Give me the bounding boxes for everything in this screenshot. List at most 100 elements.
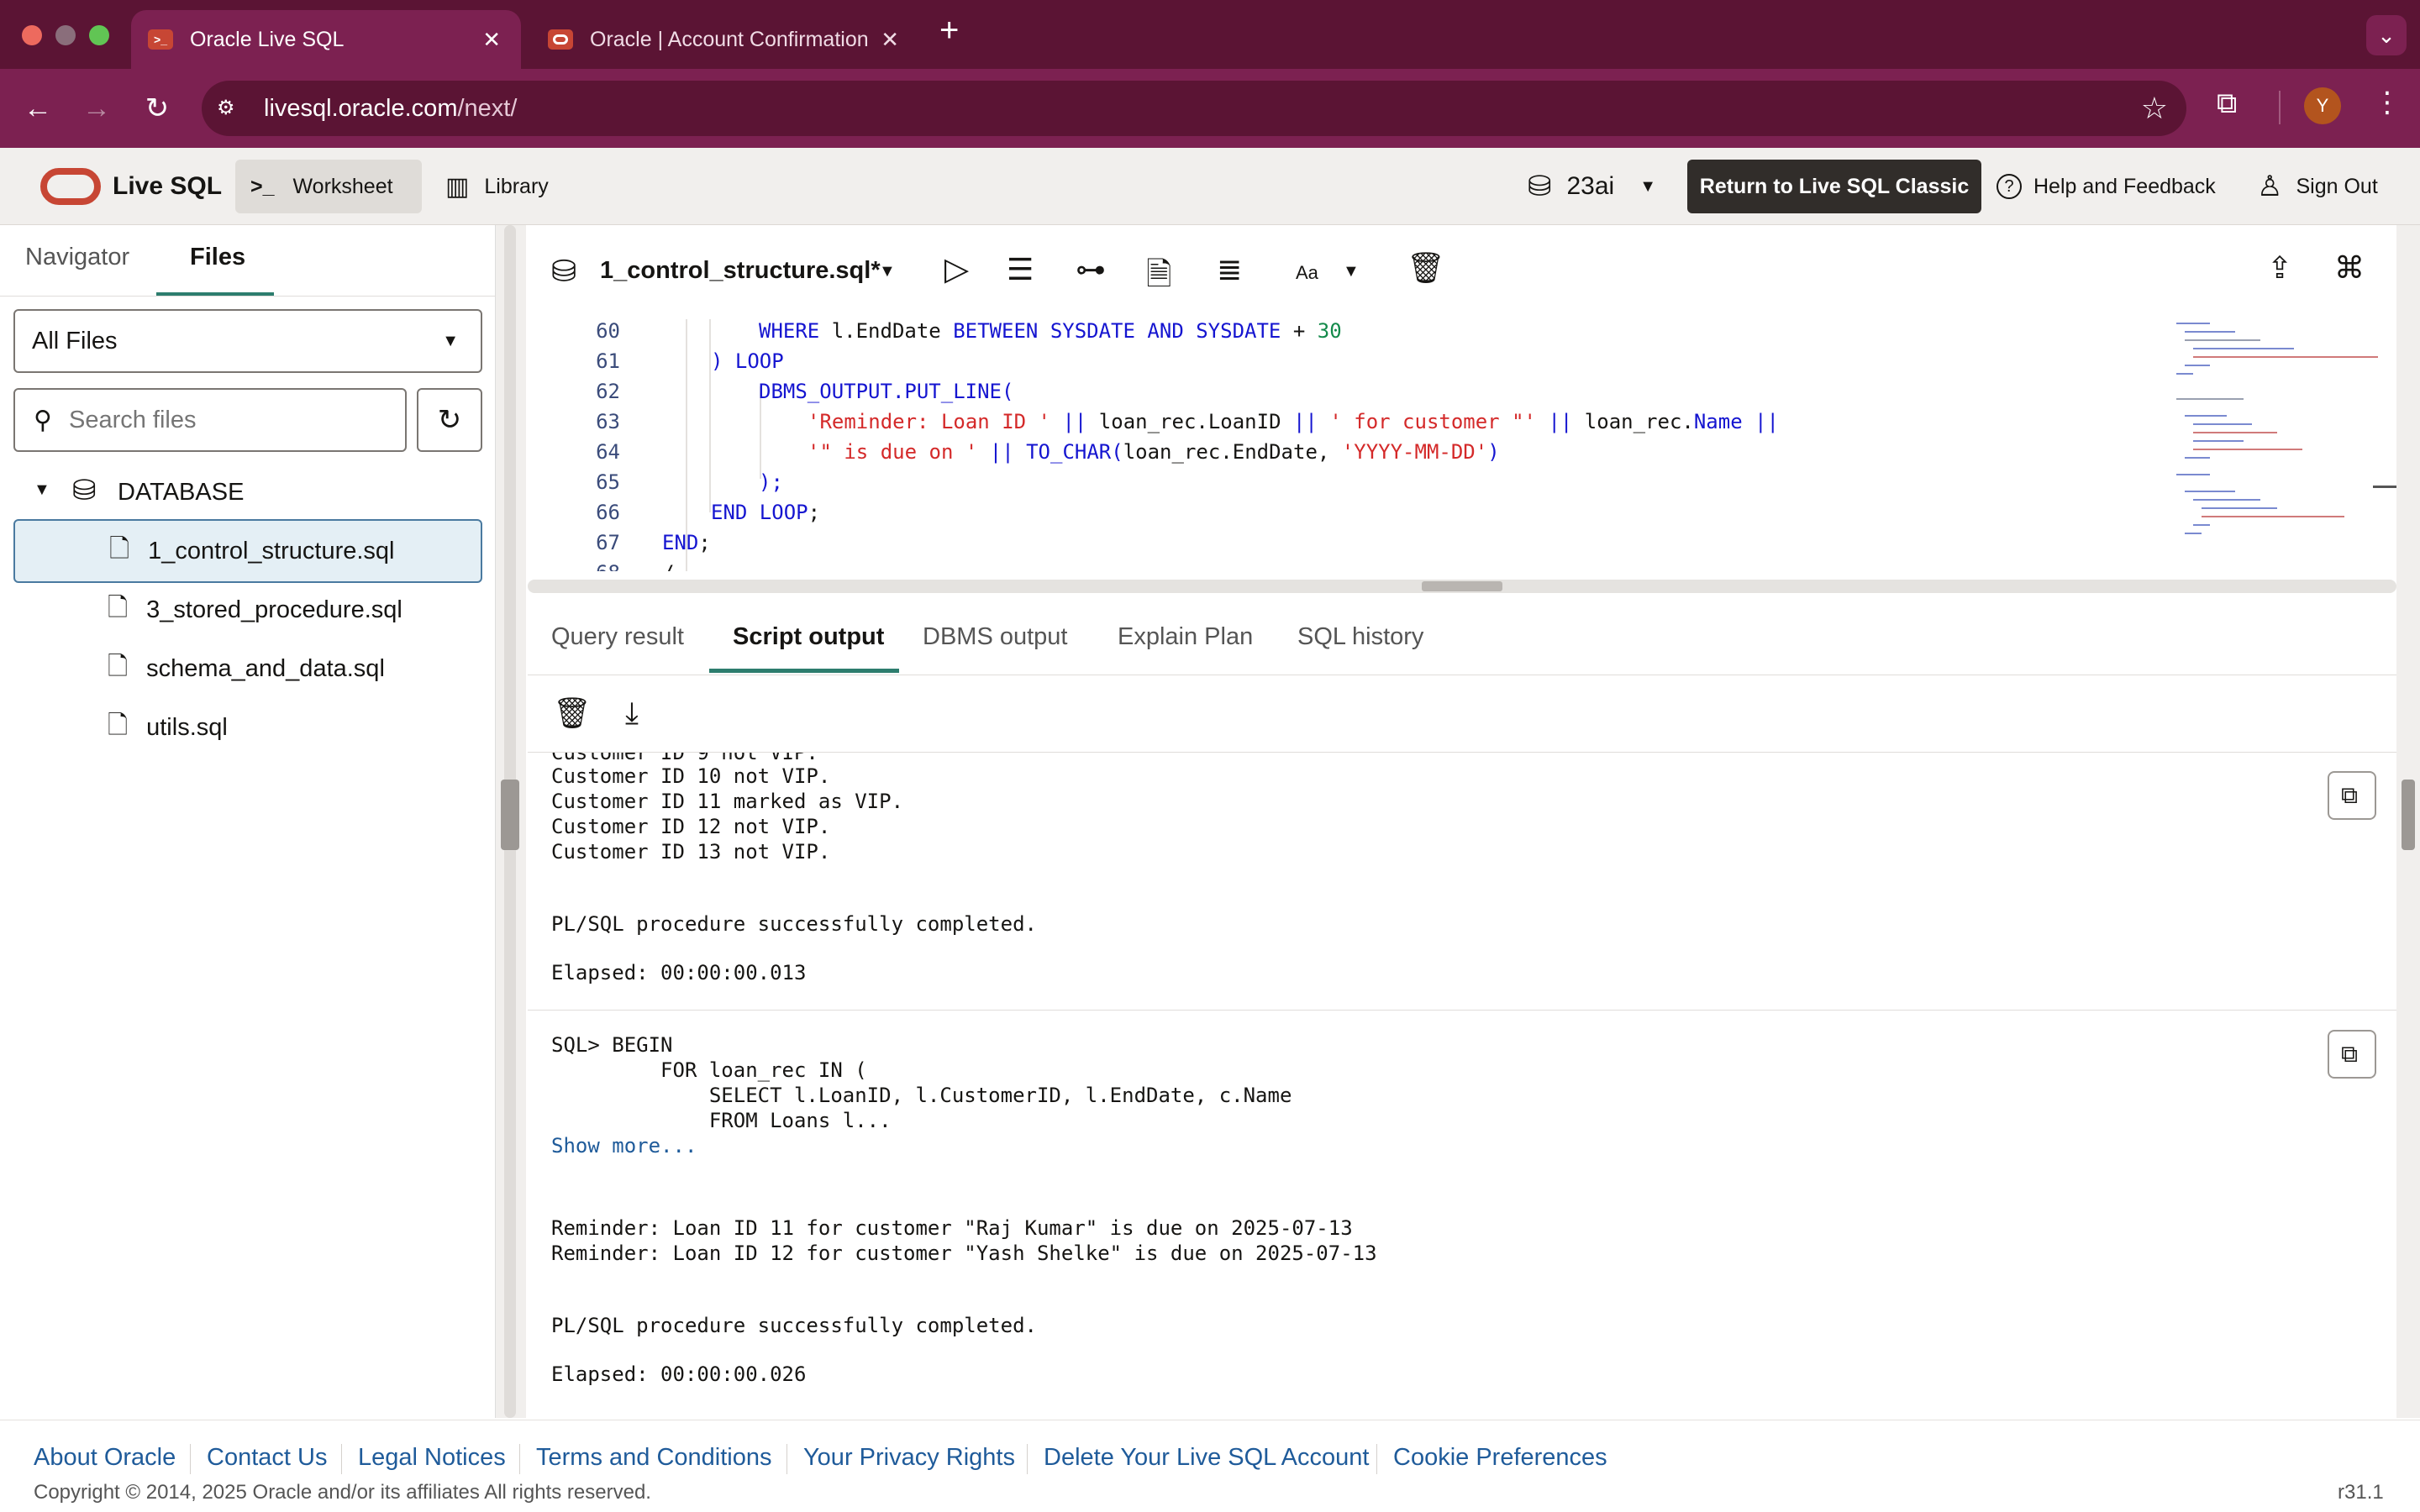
horizontal-splitter[interactable] — [528, 580, 2396, 593]
format-indent-icon[interactable]: ≣ — [1217, 252, 1242, 287]
output-line: SQL> BEGIN — [551, 1033, 673, 1057]
code-line: ); — [759, 470, 783, 494]
share-upload-icon[interactable]: ⇪ — [2267, 250, 2292, 286]
file-filter-select[interactable]: All Files ▼ — [13, 309, 482, 373]
explain-plan-icon[interactable]: ⊶ — [1076, 252, 1106, 287]
window-maximize-dot[interactable] — [89, 25, 109, 45]
bookmark-star-icon[interactable]: ☆ — [2141, 91, 2168, 126]
splitter-handle[interactable] — [1422, 581, 1502, 591]
tab-query-result[interactable]: Query result — [551, 623, 684, 651]
footer-link-terms[interactable]: Terms and Conditions — [536, 1444, 771, 1472]
download-icon[interactable]: ⤓ — [625, 696, 639, 732]
copy-output-button[interactable]: ⧉ — [2328, 771, 2376, 820]
live-sql-logo[interactable]: Live SQL — [40, 148, 222, 225]
files-panel: Navigator Files All Files ▼ ⚲ ↻ ▼ ⛁ DATA… — [0, 225, 496, 1418]
indent-guide — [709, 319, 711, 512]
oracle-logo-icon — [40, 168, 101, 205]
close-tab-icon[interactable]: ✕ — [482, 29, 501, 50]
back-arrow-icon[interactable]: ← — [18, 89, 57, 128]
help-feedback-button[interactable]: ? Help and Feedback — [1996, 148, 2216, 225]
library-nav-button[interactable]: ▥ Library — [445, 148, 549, 225]
database-version-selector[interactable]: ⛁ 23ai ▼ — [1528, 148, 1656, 225]
copyright-text: Copyright © 2014, 2025 Oracle and/or its… — [34, 1481, 651, 1504]
run-script-icon[interactable]: ☰ — [1007, 252, 1034, 287]
file-item[interactable]: 🗋 utils.sql — [13, 696, 482, 759]
browser-menu-icon[interactable]: ⋮ — [2373, 86, 2402, 119]
library-label: Library — [484, 174, 549, 198]
close-tab-icon[interactable]: ✕ — [881, 29, 899, 50]
file-name: 3_stored_procedure.sql — [146, 596, 402, 623]
code-minimap[interactable] — [2176, 319, 2378, 546]
footer-link-cookies[interactable]: Cookie Preferences — [1393, 1444, 1607, 1472]
code-editor[interactable]: 60 WHERE l.EndDate BETWEEN SYSDATE AND S… — [528, 319, 2396, 571]
code-line: END; — [662, 531, 711, 554]
new-tab-button[interactable]: + — [939, 12, 959, 50]
splitter-handle[interactable] — [501, 780, 519, 850]
worksheet-nav-button[interactable]: >_ Worksheet — [235, 160, 422, 213]
return-to-classic-button[interactable]: Return to Live SQL Classic — [1687, 160, 1981, 213]
site-settings-icon[interactable]: ⚙ — [217, 96, 242, 121]
output-line: Customer ID 10 not VIP. — [551, 764, 831, 788]
vertical-splitter[interactable] — [496, 225, 526, 1418]
copy-icon: ⧉ — [2341, 1040, 2358, 1068]
tab-navigator[interactable]: Navigator — [25, 244, 129, 271]
tab-script-output[interactable]: Script output — [733, 623, 884, 651]
window-close-dot[interactable] — [22, 25, 42, 45]
tab-dbms-output[interactable]: DBMS output — [923, 623, 1067, 651]
tree-collapse-chevron-icon[interactable]: ▼ — [34, 480, 50, 500]
output-line: Elapsed: 00:00:00.026 — [551, 1362, 807, 1386]
file-item[interactable]: 🗋 3_stored_procedure.sql — [13, 578, 482, 642]
tab-search-chevron-icon[interactable]: ⌄ — [2366, 15, 2407, 55]
tab-explain-plan[interactable]: Explain Plan — [1118, 623, 1253, 651]
search-field[interactable] — [68, 406, 388, 434]
search-files-input[interactable]: ⚲ — [13, 388, 407, 452]
file-item[interactable]: 🗋 schema_and_data.sql — [13, 637, 482, 701]
tree-root-label[interactable]: DATABASE — [118, 479, 244, 507]
right-edge-splitter[interactable] — [2396, 225, 2420, 1418]
editor-file-name[interactable]: 1_control_structure.sql* — [600, 257, 881, 285]
profile-avatar[interactable]: Y — [2304, 87, 2341, 124]
footer-link-delete-account[interactable]: Delete Your Live SQL Account — [1044, 1444, 1369, 1472]
find-binoculars-icon[interactable]: ⌘ — [2334, 250, 2365, 286]
footer-link-contact[interactable]: Contact Us — [207, 1444, 327, 1472]
browser-tab-bar: >_ Oracle Live SQL ✕ Oracle | Account Co… — [0, 0, 2420, 69]
browser-tab-live-sql[interactable]: >_ Oracle Live SQL ✕ — [131, 10, 521, 69]
code-line: WHERE l.EndDate BETWEEN SYSDATE AND SYSD… — [759, 319, 1342, 343]
tab-files[interactable]: Files — [190, 244, 245, 271]
trash-icon[interactable]: 🗑 — [1407, 250, 1445, 286]
show-more-link[interactable]: Show more... — [551, 1134, 697, 1158]
extensions-puzzle-icon[interactable]: ⧉ — [2217, 87, 2237, 120]
output-line: Customer ID 13 not VIP. — [551, 840, 831, 864]
footer-link-legal[interactable]: Legal Notices — [358, 1444, 506, 1472]
code-line: END LOOP; — [711, 501, 821, 524]
sign-out-button[interactable]: ♙ Sign Out — [2257, 148, 2378, 225]
copy-output-button[interactable]: ⧉ — [2328, 1030, 2376, 1079]
footer-link-privacy[interactable]: Your Privacy Rights — [803, 1444, 1015, 1472]
db-version-label: 23ai — [1566, 172, 1615, 200]
font-menu-caret-icon[interactable]: ▼ — [1343, 262, 1360, 281]
line-number: 60 — [596, 319, 620, 343]
line-number: 62 — [596, 380, 620, 403]
footer-link-about[interactable]: About Oracle — [34, 1444, 176, 1472]
output-line: PL/SQL procedure successfully completed. — [551, 1314, 1037, 1337]
address-bar[interactable]: ⚙ livesql.oracle.com/next/ ☆ — [202, 81, 2186, 136]
file-icon: 🗋 — [108, 593, 129, 622]
browser-tab-account-confirmation[interactable]: Oracle | Account Confirmation ✕ — [531, 10, 919, 69]
refresh-button[interactable]: ↻ — [417, 388, 482, 452]
tab-sql-history[interactable]: SQL history — [1297, 623, 1423, 651]
window-minimize-dot[interactable] — [55, 25, 76, 45]
output-line: Customer ID 11 marked as VIP. — [551, 790, 904, 813]
file-item-selected[interactable]: 🗋 1_control_structure.sql — [13, 519, 482, 583]
library-books-icon: ▥ — [445, 172, 470, 201]
font-size-button[interactable]: Aa — [1296, 262, 1318, 284]
clear-output-trash-icon[interactable]: 🗑 — [553, 696, 592, 731]
forward-arrow-icon[interactable]: → — [77, 89, 116, 128]
url-text[interactable]: livesql.oracle.com/next/ — [264, 95, 517, 123]
autotrace-icon[interactable]: 🗎 — [1146, 250, 1172, 305]
run-play-icon[interactable]: ▷ — [944, 250, 969, 288]
toolbar-divider — [2279, 91, 2281, 124]
file-menu-caret-icon[interactable]: ▼ — [879, 262, 896, 281]
file-name: schema_and_data.sql — [146, 654, 385, 682]
reload-icon[interactable]: ↻ — [138, 89, 176, 128]
splitter-handle[interactable] — [2402, 780, 2415, 850]
